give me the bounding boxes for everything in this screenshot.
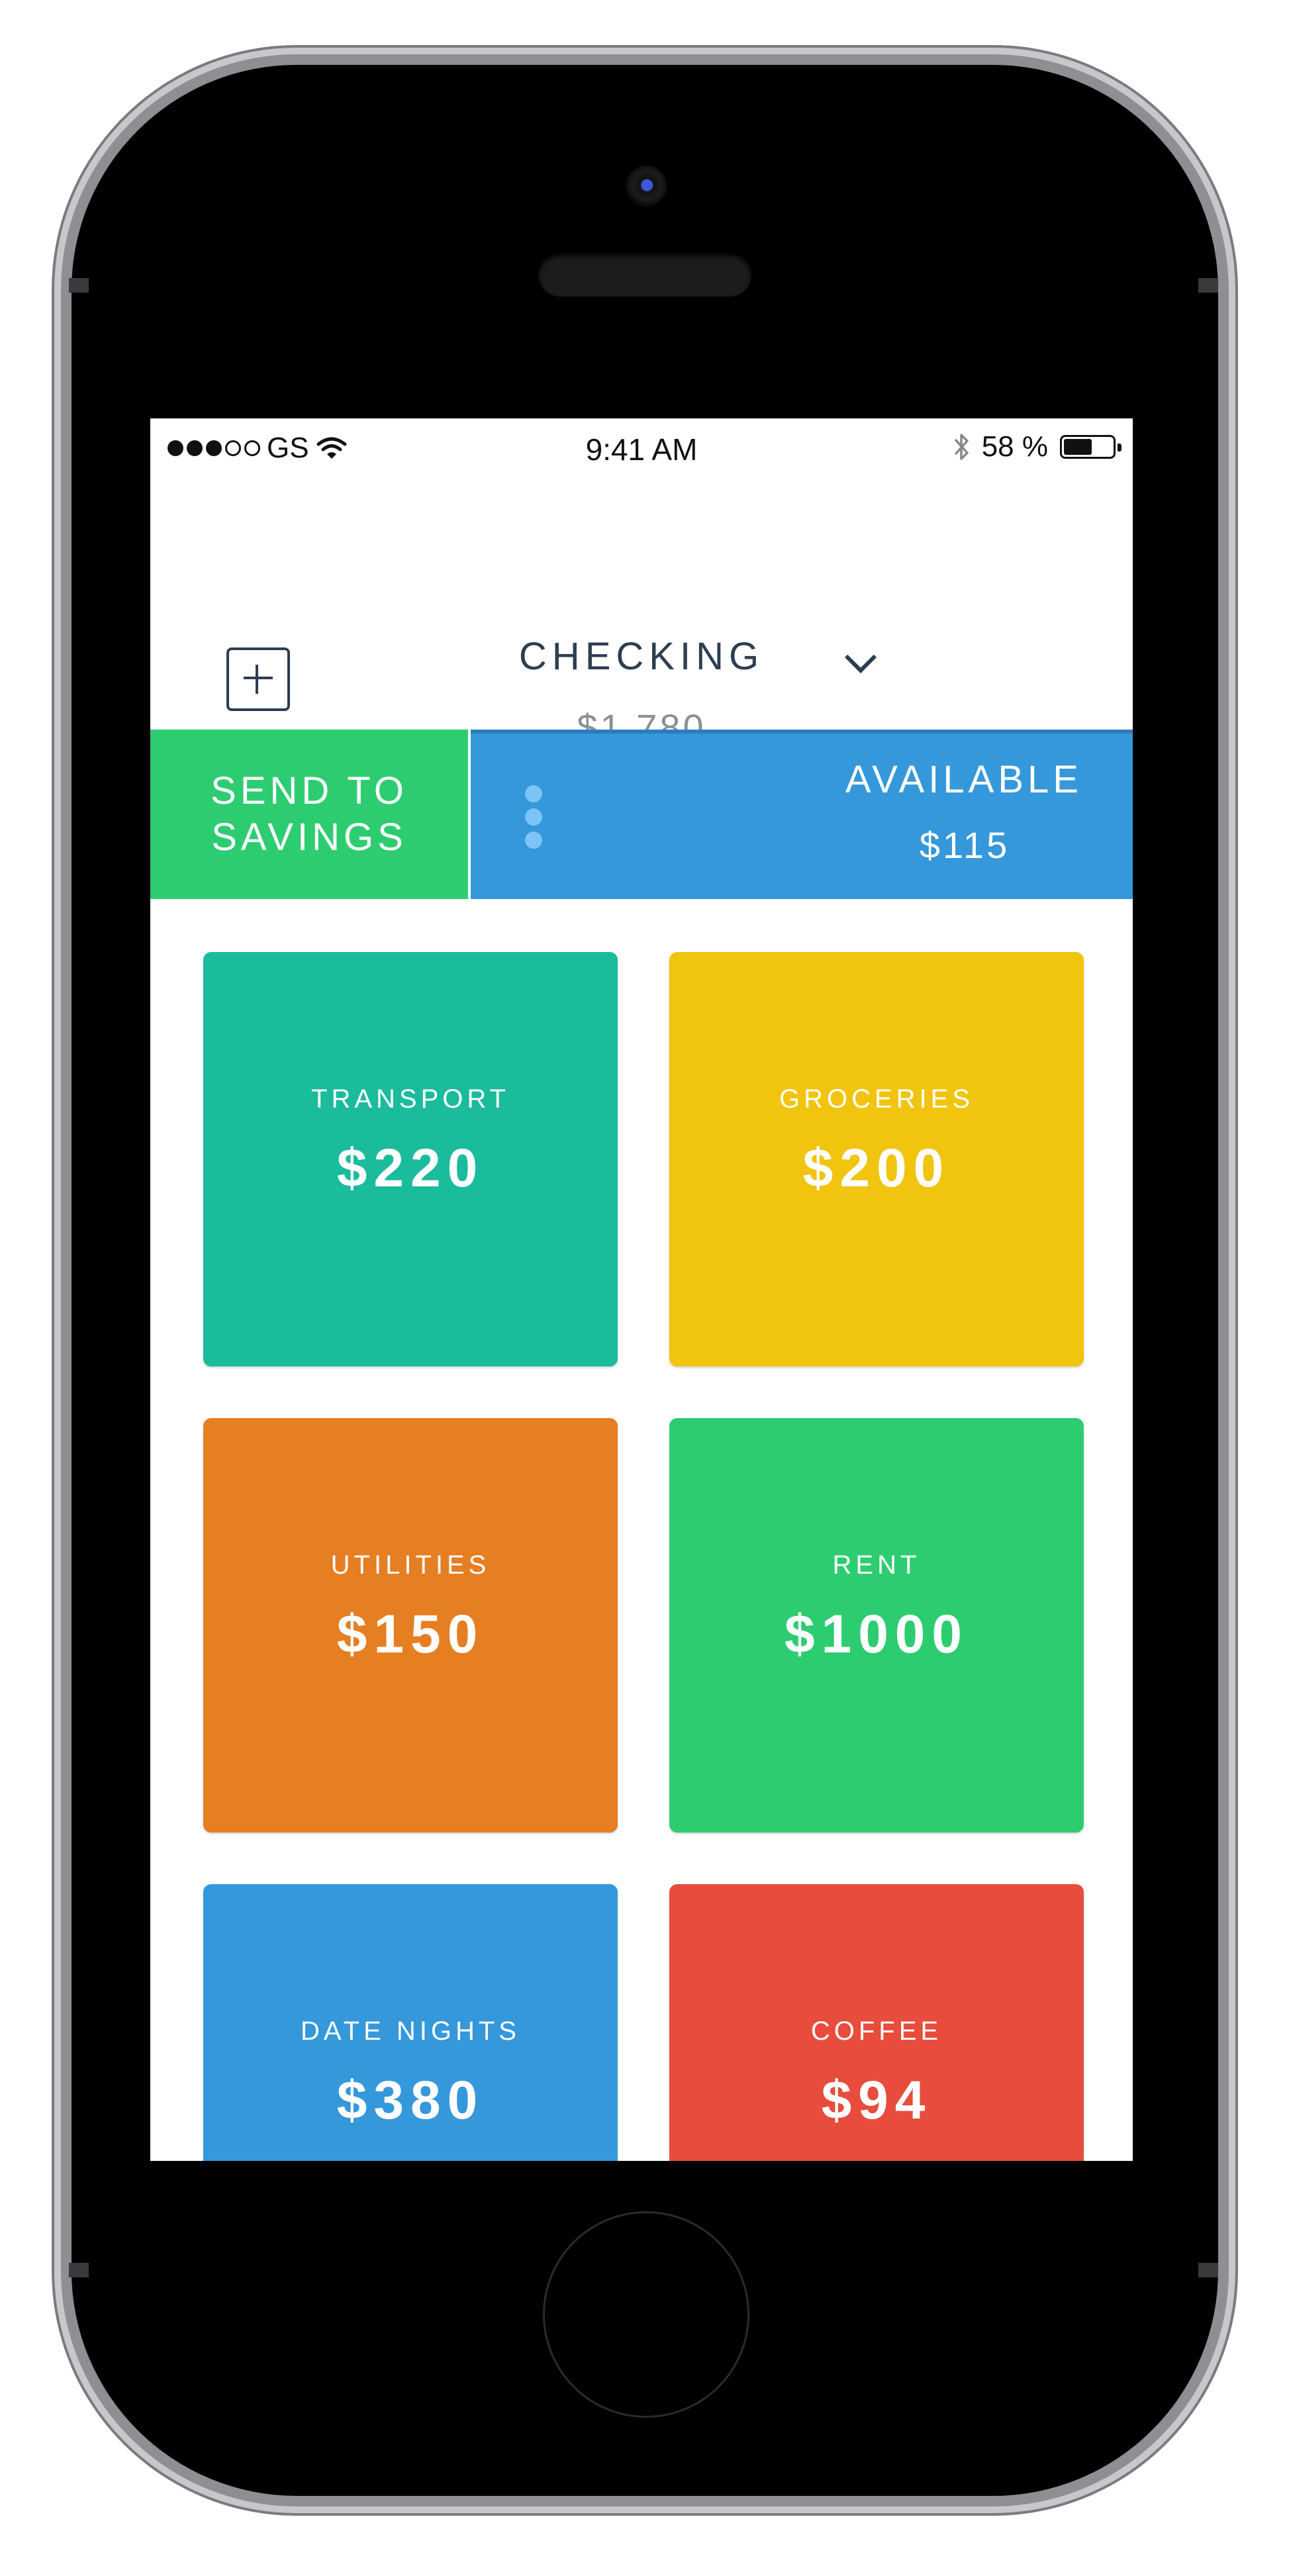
category-amount: $1000 <box>784 1604 969 1664</box>
drag-handle-dot <box>525 808 542 826</box>
antenna-band <box>69 2263 89 2277</box>
status-bar: GS 9:41 AM 58 % <box>150 418 1133 481</box>
category-name: COFFEE <box>810 2017 943 2046</box>
drag-handle-icon[interactable] <box>525 785 542 849</box>
app-screen: GS 9:41 AM 58 % CHECKING $1,780 SEND TO … <box>150 418 1133 2161</box>
home-button[interactable] <box>543 2211 749 2418</box>
account-selector[interactable]: CHECKING <box>150 634 1133 679</box>
send-to-savings-button[interactable]: SEND TO SAVINGS <box>150 730 468 899</box>
category-grid: TRANSPORT $220 GROCERIES $200 UTILITIES … <box>150 899 1133 2161</box>
bluetooth-icon <box>954 434 969 460</box>
front-camera <box>626 166 667 207</box>
antenna-band <box>69 278 89 293</box>
account-header: CHECKING $1,780 <box>150 481 1133 748</box>
category-card[interactable]: RENT $1000 <box>669 1418 1084 1833</box>
drag-handle-dot <box>525 785 542 802</box>
category-name: GROCERIES <box>779 1084 975 1114</box>
battery-fill <box>1064 439 1092 455</box>
available-amount: $115 <box>919 824 1010 866</box>
category-card[interactable]: UTILITIES $150 <box>203 1418 618 1833</box>
category-amount: $200 <box>802 1138 951 1198</box>
send-to-savings-label: SEND TO SAVINGS <box>211 769 408 859</box>
category-amount: $94 <box>821 2070 932 2130</box>
category-name: DATE NIGHTS <box>301 2017 520 2046</box>
status-right: 58 % <box>953 430 1122 463</box>
antenna-band <box>1198 2263 1218 2277</box>
category-card[interactable]: COFFEE $94 <box>669 1884 1084 2161</box>
available-panel[interactable]: AVAILABLE $115 <box>471 730 1133 899</box>
earpiece-speaker <box>538 253 751 297</box>
category-amount: $150 <box>336 1604 485 1664</box>
category-card[interactable]: TRANSPORT $220 <box>203 952 618 1366</box>
drag-handle-dot <box>525 832 542 849</box>
category-name: TRANSPORT <box>311 1084 510 1114</box>
category-amount: $380 <box>336 2070 485 2130</box>
action-bar: SEND TO SAVINGS AVAILABLE $115 <box>150 730 1133 899</box>
category-card[interactable]: DATE NIGHTS $380 <box>203 1884 618 2161</box>
battery-percentage: 58 % <box>981 430 1048 463</box>
category-name: UTILITIES <box>330 1550 491 1580</box>
antenna-band <box>1198 278 1218 293</box>
category-amount: $220 <box>336 1138 485 1198</box>
category-card[interactable]: GROCERIES $200 <box>669 952 1084 1366</box>
battery-tip <box>1118 444 1122 452</box>
available-label: AVAILABLE <box>845 758 1082 801</box>
battery-icon <box>1060 435 1122 459</box>
category-name: RENT <box>832 1550 921 1580</box>
